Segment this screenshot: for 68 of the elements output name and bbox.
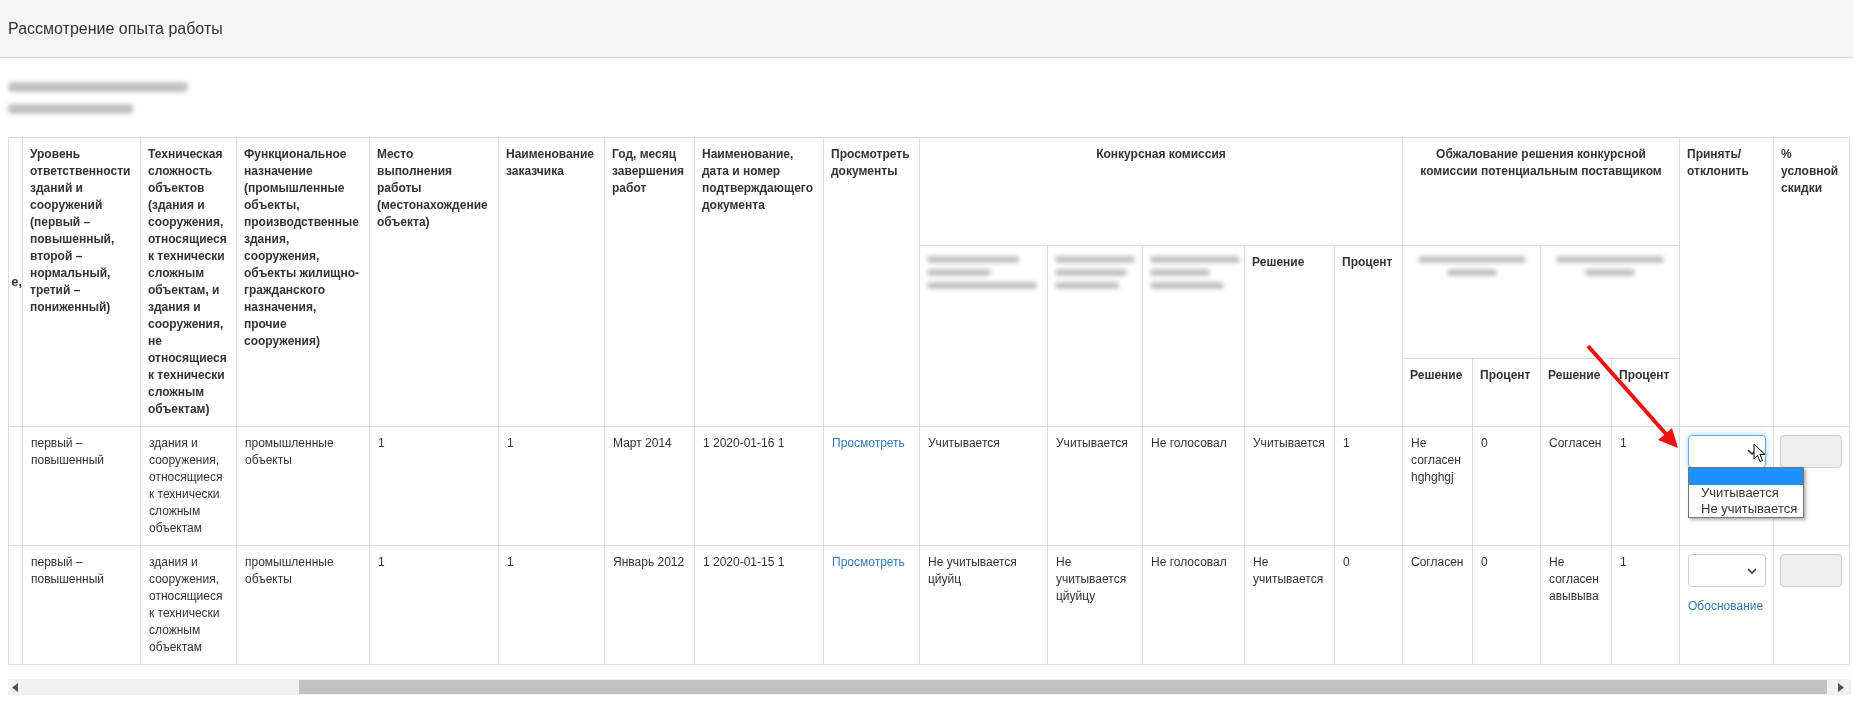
table-cell: Не голосовал — [1142, 545, 1245, 665]
table-cell: промышленные объекты — [236, 426, 370, 546]
table-cell: Учитывается — [1244, 426, 1335, 546]
table-cell: первый – повышенный — [22, 545, 141, 665]
table-cell: 1 2020-01-15 1 — [694, 545, 824, 665]
blurred-text — [1055, 269, 1127, 276]
table-cell: Не учитывается цйуйцу — [1047, 545, 1143, 665]
column-header: Решение — [1244, 245, 1335, 427]
blurred-text — [1585, 269, 1635, 276]
column-header: Наименование заказчика — [498, 137, 605, 427]
table-cell: 1 — [498, 426, 605, 546]
horizontal-scrollbar[interactable] — [8, 679, 1851, 695]
mouse-pointer-icon — [1753, 443, 1766, 463]
dropdown-option[interactable]: Не учитывается — [1689, 501, 1804, 517]
select-field[interactable] — [1688, 554, 1767, 587]
column-header: е, — [8, 137, 23, 427]
table-cell: 1 — [1334, 426, 1403, 546]
column-header: Решение — [1402, 358, 1473, 427]
table-cell: Не учитывается — [1244, 545, 1335, 665]
scrollbar-thumb[interactable] — [299, 680, 1827, 694]
view-link[interactable]: Просмотреть — [832, 436, 905, 450]
table-cell: Учитывается — [1047, 426, 1143, 546]
table-cell: Согласен — [1402, 545, 1473, 665]
column-header: Функциональное назначение (промышленные объекты, производственные здания, сооружения, объекты жилищно-гражданского назначения, прочие сооружения) — [236, 137, 370, 427]
column-header: Уровень ответственности зданий и сооружений (первый – повышенный, второй – нормальный, третий – пониженный) — [22, 137, 141, 427]
justification-link[interactable]: Обоснование — [1688, 597, 1766, 615]
table-cell: 0 — [1334, 545, 1403, 665]
table-cell: Март 2014 — [604, 426, 695, 546]
table-cell: первый – повышенный — [22, 426, 141, 546]
chevron-down-icon — [1747, 567, 1758, 574]
table-cell: 0 — [1472, 545, 1541, 665]
table-cell: 1 2020-01-16 1 — [694, 426, 824, 546]
blurred-text — [1055, 282, 1119, 289]
table-cell: 1 — [369, 426, 499, 546]
column-header: % условной скидки — [1773, 137, 1850, 427]
column-header: Решение — [1540, 358, 1612, 427]
blurred-text — [1150, 269, 1210, 276]
table-cell: Учитывается — [919, 426, 1048, 546]
table-cell: 0 — [1472, 426, 1541, 546]
table-cell: Не голосовал — [1142, 426, 1245, 546]
table-cell: 1 — [498, 545, 605, 665]
view-link[interactable]: Просмотреть — [832, 555, 905, 569]
table-cell: здания и сооружения, относящиеся к технически сложным объектам — [140, 426, 237, 546]
table-cell: 1 — [1611, 545, 1680, 665]
table-cell: Не согласен авывыва — [1540, 545, 1612, 665]
column-header: Процент — [1334, 245, 1403, 427]
table-cell: Не учитывается цйуйц — [919, 545, 1048, 665]
column-header: Место выполнения работы (местонахождение объекта) — [369, 137, 499, 427]
column-header: Процент — [1472, 358, 1541, 427]
scroll-left-icon[interactable] — [12, 682, 19, 692]
blurred-text — [927, 269, 991, 276]
table-cell: 1 — [369, 545, 499, 665]
table-cell: здания и сооружения, относящиеся к технически сложным объектам — [140, 545, 237, 665]
column-header: Техническая сложность объектов (здания и сооружения, относящиеся к технически сложным объектам, и здания и сооружения, не относящиеся к технически сложным объектам) — [140, 137, 237, 427]
table-cell: промышленные объекты — [236, 545, 370, 665]
scroll-right-icon[interactable] — [1837, 682, 1844, 692]
table-cell: Согласен — [1540, 426, 1612, 546]
column-header: Наименование, дата и номер подтверждающего документа — [694, 137, 824, 427]
column-header: Год, месяц завершения работ — [604, 137, 695, 427]
page-title: Рассмотрение опыта работы — [8, 18, 223, 39]
dropdown-option[interactable]: Учитывается — [1689, 485, 1804, 501]
column-header: Просмотреть документы — [823, 137, 920, 427]
table-cell: Не согласен hghghgj — [1402, 426, 1473, 546]
column-group-header: Обжалование решения конкурсной комиссии потенциальным поставщиком — [1402, 137, 1680, 246]
column-header: Принять/ отклонить — [1679, 137, 1774, 427]
blurred-text — [1446, 269, 1497, 276]
column-group-header: Конкурсная комиссия — [919, 137, 1403, 246]
table-cell: Январь 2012 — [604, 545, 695, 665]
